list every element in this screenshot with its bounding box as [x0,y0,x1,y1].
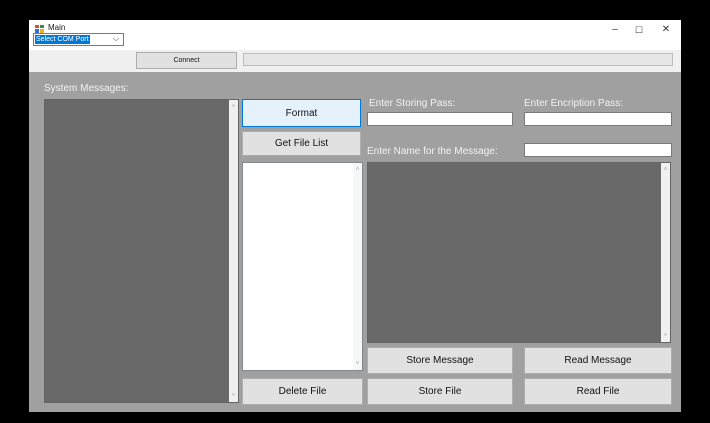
title-bar: Main – ☐ ✕ Select COM Port ⌵ [29,20,681,50]
delete-file-button[interactable]: Delete File [242,378,363,405]
scroll-up-icon[interactable]: ˄ [229,103,238,111]
read-message-button[interactable]: Read Message [524,347,672,374]
window-title: Main [48,23,66,32]
scroll-down-icon[interactable]: ˅ [661,332,670,340]
close-button[interactable]: ✕ [659,24,673,36]
message-name-label: Enter Name for the Message: [367,146,498,157]
store-file-button[interactable]: Store File [367,378,513,405]
message-text-area[interactable]: ˄ ˅ [367,162,671,343]
message-name-input[interactable] [524,143,672,157]
maximize-button[interactable]: ☐ [632,24,646,36]
chevron-down-icon[interactable]: ⌵ [113,34,119,44]
system-messages-area: ˄ ˅ [44,99,239,403]
system-messages-scrollbar[interactable]: ˄ ˅ [229,100,238,402]
com-port-select[interactable]: Select COM Port ⌵ [33,33,124,46]
format-button[interactable]: Format [242,99,361,127]
system-messages-label: System Messages: [44,83,129,94]
read-file-button[interactable]: Read File [524,378,672,405]
storing-pass-label: Enter Storing Pass: [369,98,456,109]
file-list-scrollbar[interactable]: ˄ ˅ [353,163,362,370]
encryption-pass-label: Enter Encription Pass: [524,98,623,109]
minimize-button[interactable]: – [608,24,622,36]
main-panel: System Messages: ˄ ˅ Format Get File Lis… [29,72,681,412]
message-scrollbar[interactable]: ˄ ˅ [661,163,670,342]
scroll-up-icon[interactable]: ˄ [661,166,670,174]
store-message-button[interactable]: Store Message [367,347,513,374]
scroll-down-icon[interactable]: ˅ [353,360,362,368]
com-port-select-value: Select COM Port [35,35,90,44]
app-icon [35,25,44,33]
scroll-down-icon[interactable]: ˅ [229,392,238,400]
connect-button[interactable]: Connect [136,52,237,69]
connection-progress-bar [243,53,673,66]
storing-pass-input[interactable] [367,112,513,126]
get-file-list-button[interactable]: Get File List [242,131,361,156]
file-list[interactable]: ˄ ˅ [242,162,363,371]
encryption-pass-input[interactable] [524,112,672,126]
scroll-up-icon[interactable]: ˄ [353,166,362,174]
main-window: Main – ☐ ✕ Select COM Port ⌵ Connect Sys… [29,20,681,412]
